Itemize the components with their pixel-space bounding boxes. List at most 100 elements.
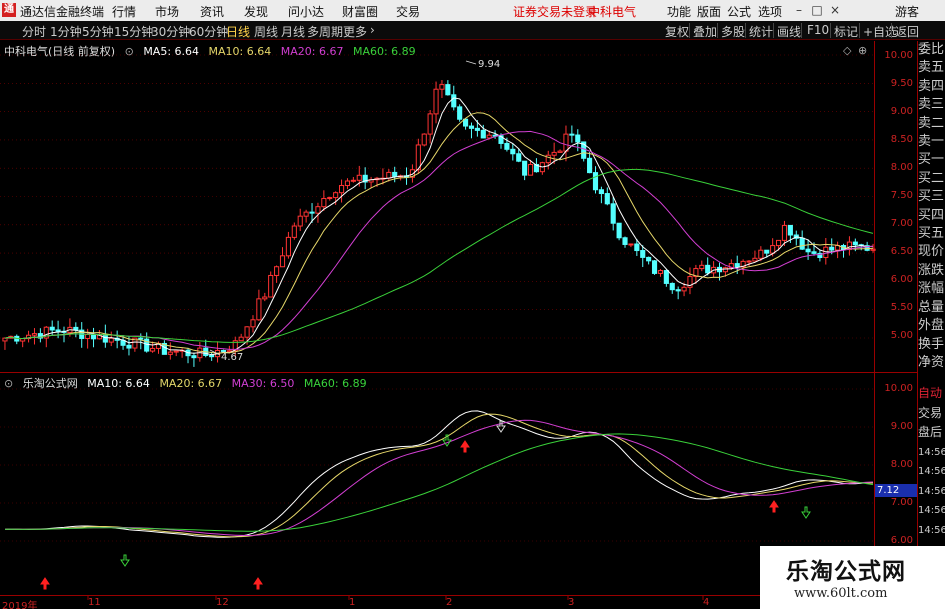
quote-label: 买二 bbox=[918, 170, 945, 186]
toolbar-divider bbox=[830, 23, 831, 38]
login-notice[interactable]: 证券交易未登录 bbox=[513, 3, 597, 20]
quote-label: 买一 bbox=[918, 152, 945, 168]
trade-time: 14:56 bbox=[918, 505, 945, 516]
main-ma5-label: MA5: 6.64 bbox=[143, 45, 200, 58]
guest-label[interactable]: 游客 bbox=[895, 3, 919, 20]
trade-time: 14:56 bbox=[918, 466, 945, 477]
watermark: 乐淘公式网 www.60lt.com bbox=[760, 546, 945, 609]
x-tick: 1 bbox=[349, 597, 356, 608]
app-logo-icon: 通 bbox=[2, 3, 16, 17]
quote-label: 卖三 bbox=[918, 97, 945, 113]
back-button[interactable]: 返回 bbox=[893, 23, 921, 40]
maximize-icon[interactable]: □ bbox=[808, 2, 826, 19]
menu-trade[interactable]: 交易 bbox=[396, 3, 420, 20]
sub-ma10-label: MA10: 6.64 bbox=[87, 377, 150, 390]
ma-circle-icon[interactable]: ⊙ bbox=[125, 45, 134, 58]
x-tick: 12 bbox=[216, 597, 229, 608]
main-y-tick: 5.50 bbox=[890, 302, 913, 313]
toolbar-divider bbox=[859, 23, 860, 38]
cursor-value-badge: 7.12 bbox=[875, 484, 917, 497]
quote-label: 买五 bbox=[918, 226, 945, 242]
diamond-icon[interactable]: ◇ bbox=[843, 44, 851, 57]
quote-label: 外盘 bbox=[918, 318, 945, 334]
toolbar-divider bbox=[801, 23, 802, 38]
toolbar-divider bbox=[745, 23, 746, 38]
draw-line-button[interactable]: 画线 bbox=[775, 23, 803, 40]
menu-news[interactable]: 资讯 bbox=[200, 3, 224, 20]
main-ma20-label: MA20: 6.67 bbox=[280, 45, 344, 58]
x-tick: 2 bbox=[446, 597, 453, 608]
menu-ask[interactable]: 问小达 bbox=[288, 3, 324, 20]
quote-label: 换手 bbox=[918, 336, 945, 352]
minimize-icon[interactable]: – bbox=[790, 2, 808, 19]
f10-button[interactable]: F10 bbox=[805, 23, 831, 37]
period-toolbar: 分时 1分钟 5分钟 15分钟 30分钟 60分钟 日线 周线 月线 多周期 更… bbox=[0, 21, 945, 40]
sub-ma60-label: MA60: 6.89 bbox=[303, 377, 367, 390]
period-tab-5min[interactable]: 5分钟 bbox=[82, 23, 114, 40]
menu-options[interactable]: 选项 bbox=[758, 3, 782, 20]
title-bar: 通 通达信金融终端 行情 市场 资讯 发现 问小达 财富圈 交易 证券交易未登录… bbox=[0, 0, 945, 21]
quote-label: 卖二 bbox=[918, 115, 945, 131]
period-tab-60min[interactable]: 60分钟 bbox=[189, 23, 228, 40]
quote-label: 卖四 bbox=[918, 78, 945, 94]
period-tab-multi[interactable]: 多周期 bbox=[307, 23, 343, 40]
close-icon[interactable]: × bbox=[826, 2, 844, 19]
quote-label: 涨跌 bbox=[918, 262, 945, 278]
period-tab-more[interactable]: 更多 bbox=[343, 23, 367, 40]
sub-ma-circle-icon[interactable]: ⊙ bbox=[4, 377, 13, 390]
menu-wealth[interactable]: 财富圈 bbox=[342, 3, 378, 20]
menu-function[interactable]: 功能 bbox=[667, 3, 691, 20]
main-y-tick: 8.00 bbox=[890, 162, 913, 173]
main-y-tick: 7.00 bbox=[890, 218, 913, 229]
menu-discover[interactable]: 发现 bbox=[244, 3, 268, 20]
kline-pane[interactable]: 中科电气(日线 前复权) ⊙ MA5: 6.64 MA10: 6.64 MA20… bbox=[0, 41, 918, 372]
quote-panel: 委比 卖五 卖四 卖三 卖二 卖一 买一 买二 买三 买四 买五 现价 涨跌 涨… bbox=[918, 41, 945, 372]
indicator-title: 乐淘公式网 bbox=[22, 377, 78, 390]
trade-time: 14:56 bbox=[918, 485, 945, 497]
period-tab-15min[interactable]: 15分钟 bbox=[114, 23, 153, 40]
expand-icon[interactable]: ⊕ bbox=[858, 44, 867, 57]
sub-y-tick: 10.00 bbox=[884, 383, 913, 394]
toolbar-divider bbox=[891, 23, 892, 38]
mark-button[interactable]: 标记 bbox=[832, 23, 860, 40]
quote-label: 卖五 bbox=[918, 60, 945, 76]
menu-formula[interactable]: 公式 bbox=[727, 3, 751, 20]
period-tab-intraday[interactable]: 分时 bbox=[22, 23, 46, 40]
current-stock: 中科电气 bbox=[588, 5, 637, 19]
overlay-button[interactable]: 叠加 bbox=[691, 23, 719, 40]
sub-info-bar: ⊙ 乐淘公式网 MA10: 6.64 MA20: 6.67 MA30: 6.50… bbox=[4, 375, 373, 391]
trade-label[interactable]: 自动 bbox=[918, 384, 945, 404]
sub-y-tick: 7.00 bbox=[890, 497, 913, 508]
period-tab-daily[interactable]: 日线 bbox=[226, 23, 250, 40]
menu-quotes[interactable]: 行情 bbox=[112, 3, 136, 20]
main-ma10-label: MA10: 6.64 bbox=[208, 45, 272, 58]
watermark-url: www.60lt.com bbox=[794, 586, 888, 601]
statistics-button[interactable]: 统计 bbox=[747, 23, 775, 40]
main-y-tick: 10.00 bbox=[884, 50, 913, 61]
sub-ma20-label: MA20: 6.67 bbox=[159, 377, 223, 390]
x-tick: 3 bbox=[568, 597, 575, 608]
period-tab-monthly[interactable]: 月线 bbox=[281, 23, 305, 40]
menu-market[interactable]: 市场 bbox=[155, 3, 179, 20]
trade-time: 14:56 bbox=[918, 524, 945, 536]
menu-layout[interactable]: 版面 bbox=[697, 3, 721, 20]
trade-time: 14:56 bbox=[918, 446, 945, 458]
main-y-tick: 9.00 bbox=[890, 106, 913, 117]
period-tab-1min[interactable]: 1分钟 bbox=[50, 23, 82, 40]
stock-title: 中科电气(日线 前复权) bbox=[4, 45, 116, 58]
main-y-tick: 5.00 bbox=[890, 330, 913, 341]
main-y-tick: 6.50 bbox=[890, 246, 913, 257]
x-tick: 4 bbox=[703, 597, 710, 608]
adjust-button[interactable]: 复权 bbox=[663, 23, 691, 40]
chevron-right-icon[interactable]: › bbox=[370, 23, 375, 37]
main-y-tick: 8.50 bbox=[890, 134, 913, 145]
quote-label: 委比 bbox=[918, 42, 945, 57]
period-tab-30min[interactable]: 30分钟 bbox=[151, 23, 190, 40]
sub-y-tick: 8.00 bbox=[890, 459, 913, 470]
quote-label: 总量 bbox=[918, 299, 945, 315]
trade-label: 交易 bbox=[918, 405, 943, 420]
app-name: 通达信金融终端 bbox=[20, 5, 105, 19]
multi-stock-button[interactable]: 多股 bbox=[719, 23, 747, 40]
quote-label: 涨幅 bbox=[918, 281, 945, 297]
period-tab-weekly[interactable]: 周线 bbox=[254, 23, 278, 40]
